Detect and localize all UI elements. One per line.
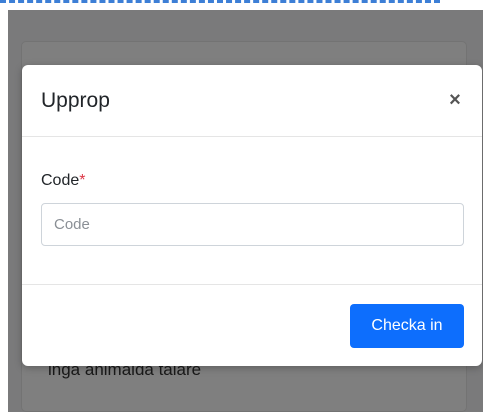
modal-header: Upprop × [22, 65, 482, 137]
close-icon[interactable]: × [444, 87, 466, 113]
modal-footer: Checka in [22, 285, 482, 365]
checkin-modal: Upprop × Code* Checka in [22, 65, 482, 366]
selection-dashed-border [0, 0, 440, 10]
code-label-text: Code [41, 172, 80, 189]
required-mark: * [79, 172, 86, 189]
modal-body: Code* [22, 137, 482, 285]
checkin-button[interactable]: Checka in [350, 304, 464, 348]
code-field-label: Code* [41, 172, 85, 190]
modal-title: Upprop [41, 89, 110, 112]
page-left-edge [0, 10, 8, 412]
code-input[interactable] [41, 203, 464, 246]
